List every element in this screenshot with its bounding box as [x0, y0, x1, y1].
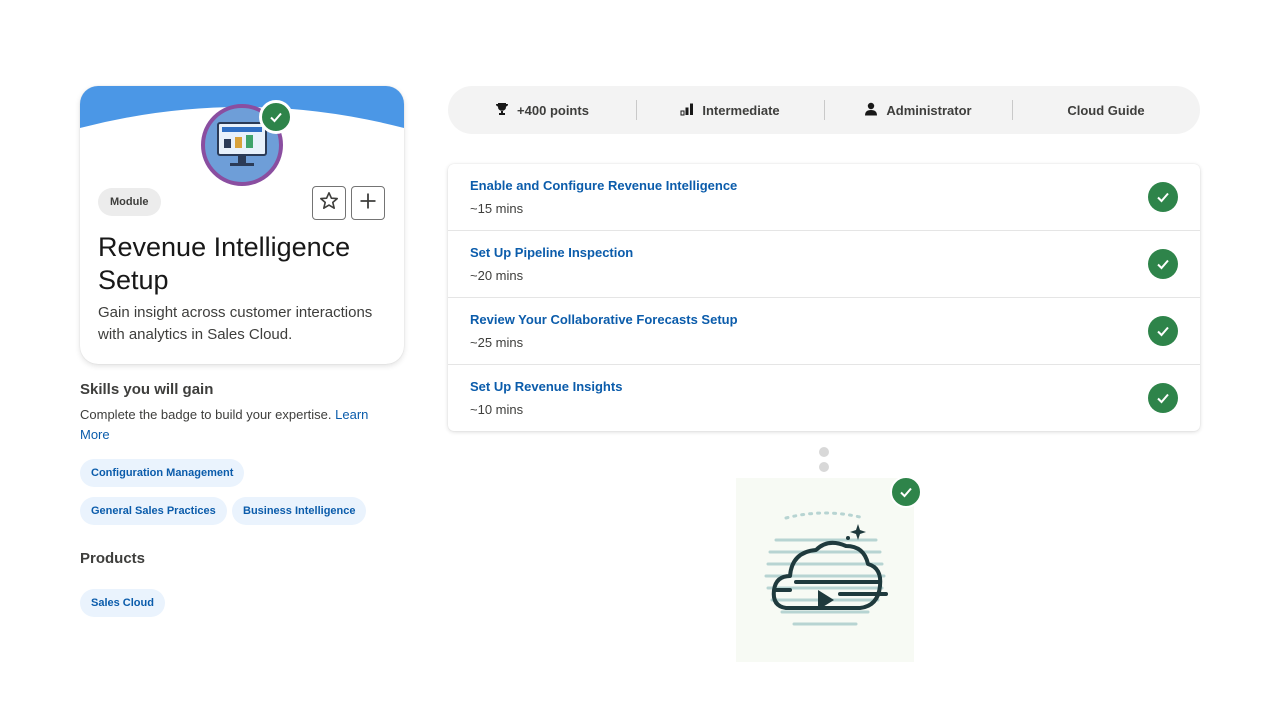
stat-level: Intermediate — [636, 86, 824, 134]
module-card: Module Revenue Intelligence Setup Gain i… — [80, 86, 404, 364]
stat-role: Administrator — [824, 86, 1012, 134]
user-icon — [864, 102, 878, 119]
unit-title-link[interactable]: Enable and Configure Revenue Intelligenc… — [470, 178, 737, 193]
unit-list: Enable and Configure Revenue Intelligenc… — [448, 164, 1200, 431]
badge-complete-check-icon — [259, 100, 293, 134]
unit-duration: ~10 mins — [470, 402, 524, 417]
check-icon — [1148, 316, 1178, 346]
check-icon — [1148, 249, 1178, 279]
unit-title-link[interactable]: Set Up Revenue Insights — [470, 379, 622, 394]
product-tag[interactable]: Sales Cloud — [80, 589, 165, 617]
module-stats-bar: +400 points Intermediate Administrator C… — [448, 86, 1200, 134]
module-badge — [201, 100, 293, 186]
guide-label[interactable]: Cloud Guide — [1067, 103, 1144, 118]
unit-duration: ~15 mins — [470, 201, 524, 216]
unit-item[interactable]: Set Up Pipeline Inspection ~20 mins — [448, 231, 1200, 298]
role-label: Administrator — [886, 102, 972, 118]
module-type-pill: Module — [98, 188, 161, 216]
stat-guide[interactable]: Cloud Guide — [1012, 86, 1200, 134]
skill-tag[interactable]: Configuration Management — [80, 459, 245, 487]
unit-duration: ~25 mins — [470, 335, 524, 350]
unit-title-link[interactable]: Review Your Collaborative Forecasts Setu… — [470, 312, 738, 327]
unit-item[interactable]: Enable and Configure Revenue Intelligenc… — [448, 164, 1200, 231]
skills-text: Complete the badge to build your experti… — [80, 405, 390, 445]
check-icon — [1148, 383, 1178, 413]
favorite-button[interactable] — [312, 186, 346, 220]
unit-item[interactable]: Review Your Collaborative Forecasts Setu… — [448, 298, 1200, 365]
products-heading: Products — [80, 550, 146, 567]
unit-duration: ~20 mins — [470, 268, 524, 283]
plus-icon — [359, 192, 377, 215]
trail-complete-check-icon — [890, 476, 922, 508]
signal-bars-icon — [680, 102, 694, 119]
stat-points: +400 points — [448, 86, 636, 134]
skills-heading: Skills you will gain — [80, 381, 214, 398]
level-label: Intermediate — [702, 102, 780, 118]
star-icon — [319, 191, 339, 216]
skills-description: Complete the badge to build your experti… — [80, 407, 332, 422]
module-title: Revenue Intelligence Setup — [98, 232, 351, 295]
trail-connector-dot — [819, 462, 829, 472]
unit-item[interactable]: Set Up Revenue Insights ~10 mins — [448, 365, 1200, 431]
unit-title-link[interactable]: Set Up Pipeline Inspection — [470, 245, 633, 260]
module-description: Gain insight across customer interaction… — [98, 304, 373, 343]
skill-tag[interactable]: Business Intelligence — [232, 497, 367, 525]
skill-tag[interactable]: General Sales Practices — [80, 497, 227, 525]
add-to-list-button[interactable] — [351, 186, 385, 220]
cloud-video-illustration — [736, 478, 914, 662]
trophy-icon — [495, 102, 509, 119]
trail-connector-dot — [819, 447, 829, 457]
points-label: +400 points — [517, 102, 589, 118]
check-icon — [1148, 182, 1178, 212]
